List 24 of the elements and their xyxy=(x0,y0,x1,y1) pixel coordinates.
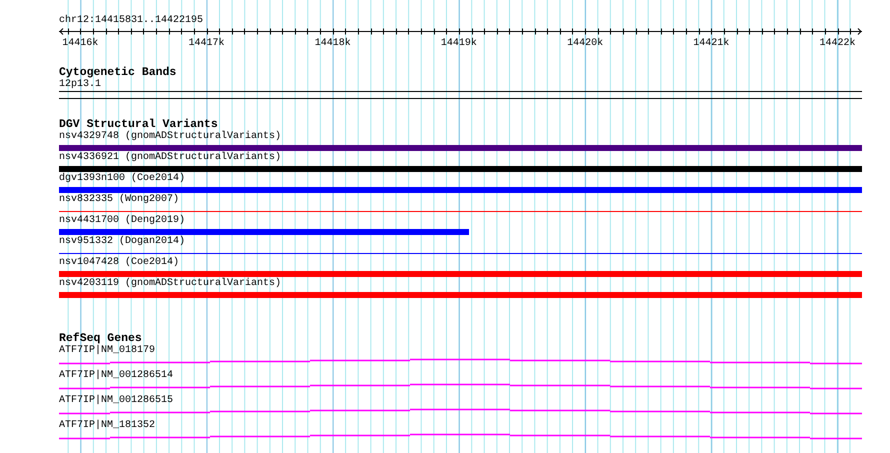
tick-label: 14419k xyxy=(440,38,477,49)
track-title: DGV Structural Variants xyxy=(59,119,218,131)
track-title: RefSeq Genes xyxy=(59,333,142,345)
transcript-label: ATF7IP|NM_181352 xyxy=(59,420,156,432)
tick-label: 14422k xyxy=(820,38,856,49)
variant-label: nsv4336921 (gnomADStructuralVariants) xyxy=(59,152,282,164)
variant-label: nsv4431700 (Deng2019) xyxy=(59,215,186,227)
variant-label: nsv4203119 (gnomADStructuralVariants) xyxy=(59,278,282,290)
variant-label: nsv1047428 (Coe2014) xyxy=(59,257,180,269)
track-title: Cytogenetic Bands xyxy=(59,67,176,79)
variant-label: nsv951332 (Dogan2014) xyxy=(59,236,186,248)
variant-label: dgv1393n100 (Coe2014) xyxy=(59,173,186,185)
variant-label: nsv4329748 (gnomADStructuralVariants) xyxy=(59,131,282,143)
transcript-label: ATF7IP|NM_001286514 xyxy=(59,370,174,382)
band-label: 12p13.1 xyxy=(59,79,102,91)
tick-label: 14417k xyxy=(188,38,224,49)
tick-label: 14418k xyxy=(314,38,351,49)
transcript-label: ATF7IP|NM_001286515 xyxy=(59,395,174,407)
tick-label: 14420k xyxy=(567,38,604,49)
location-label: chr12:14415831..14422195 xyxy=(59,15,204,27)
transcript-label: ATF7IP|NM_018179 xyxy=(59,345,156,357)
tick-label: 14416k xyxy=(62,38,98,49)
tick-label: 14421k xyxy=(693,38,730,49)
variant-label: nsv832335 (Wong2007) xyxy=(59,194,180,206)
